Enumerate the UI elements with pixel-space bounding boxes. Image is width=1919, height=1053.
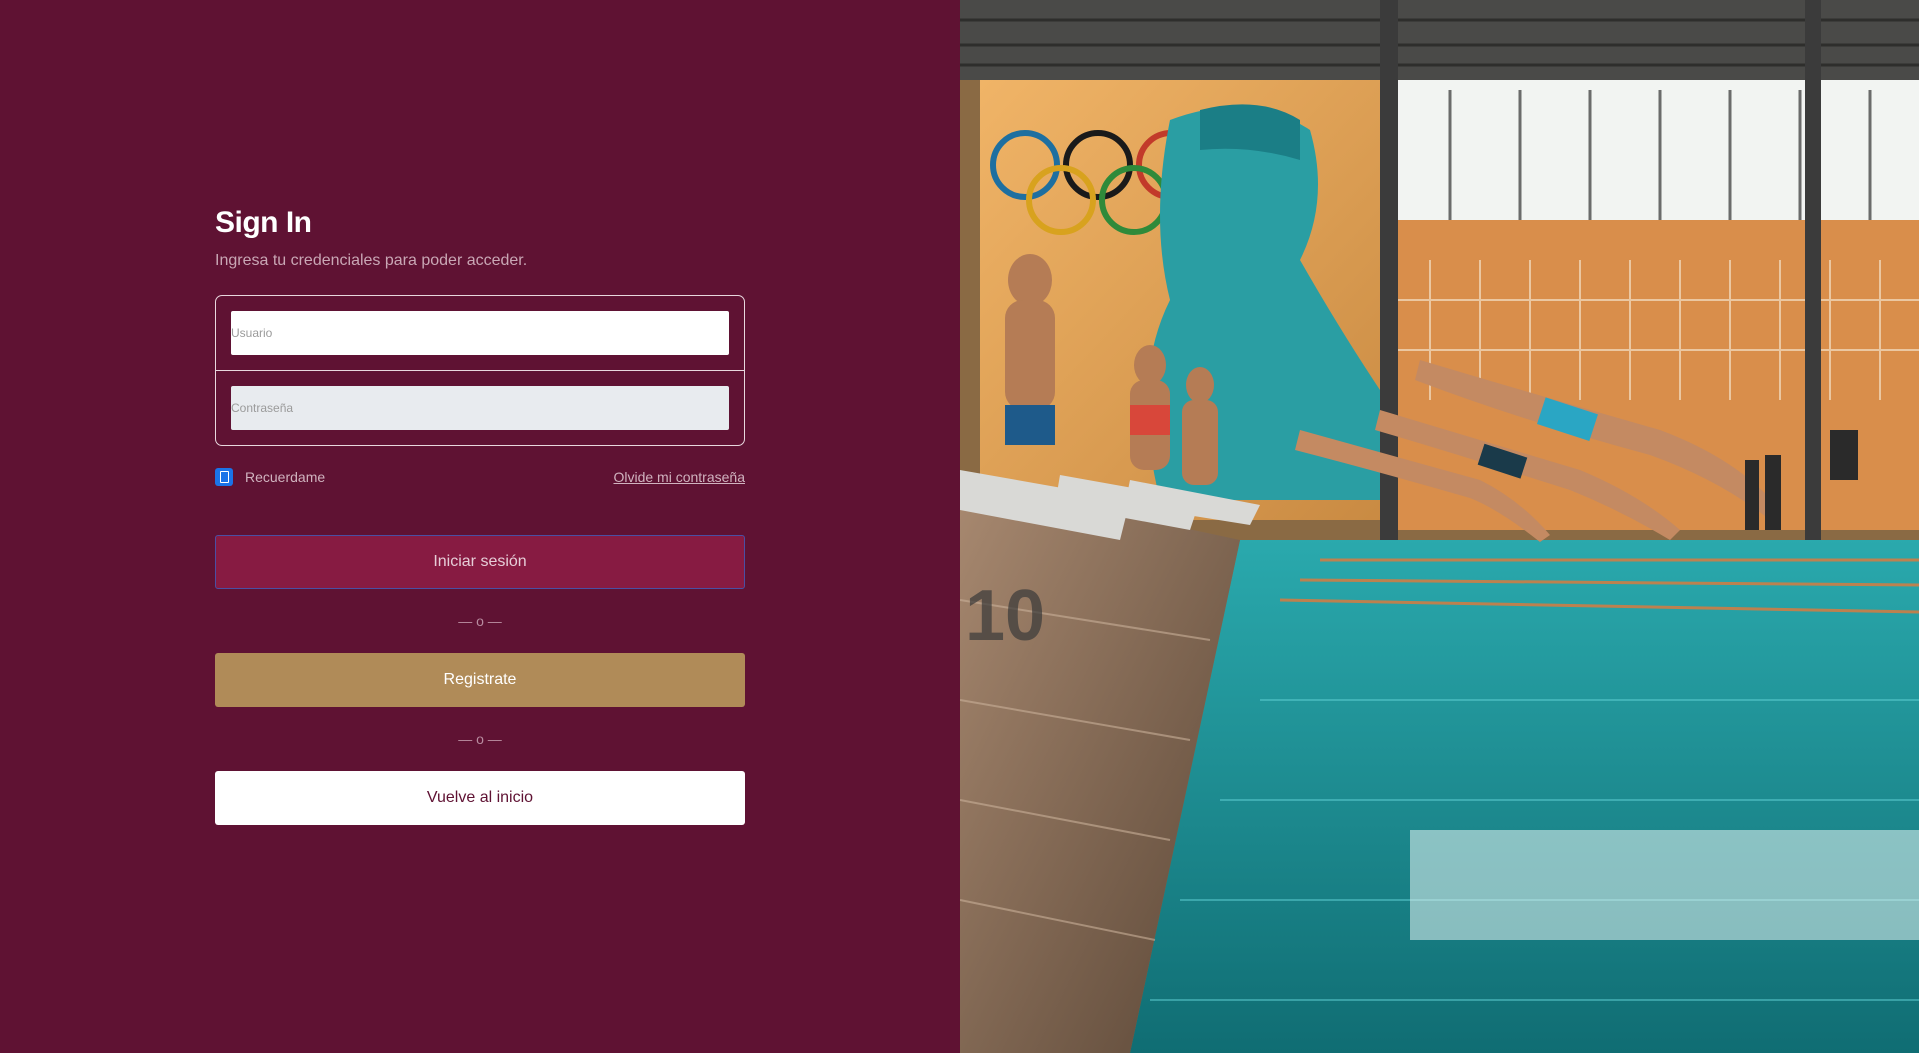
password-input[interactable] <box>231 386 729 430</box>
login-page: Sign In Ingresa tu credenciales para pod… <box>0 0 1919 1053</box>
checkbox-mark-icon <box>219 471 229 483</box>
username-input[interactable] <box>231 311 729 355</box>
register-button[interactable]: Registrate <box>215 653 745 707</box>
signin-options: Recuerdame Olvide mi contraseña <box>215 467 745 487</box>
username-row <box>216 296 744 370</box>
page-subtitle: Ingresa tu credenciales para poder acced… <box>215 252 528 269</box>
credentials-box <box>215 295 745 446</box>
remember-me[interactable]: Recuerdame <box>215 468 325 486</box>
login-button[interactable]: Iniciar sesión <box>215 535 745 589</box>
remember-checkbox[interactable] <box>215 468 233 486</box>
password-row <box>216 370 744 445</box>
remember-label: Recuerdame <box>245 469 326 485</box>
home-button[interactable]: Vuelve al inicio <box>215 771 745 825</box>
divider-or: — o — <box>458 731 502 747</box>
svg-text:10: 10 <box>965 576 1045 656</box>
signin-panel: Sign In Ingresa tu credenciales para pod… <box>0 0 960 1053</box>
divider-or: — o — <box>458 613 502 629</box>
hero-image: 10 <box>960 0 1919 1053</box>
page-title: Sign In <box>215 206 312 239</box>
signin-form: Sign In Ingresa tu credenciales para pod… <box>215 200 745 825</box>
forgot-password-link[interactable]: Olvide mi contraseña <box>613 469 745 485</box>
swimming-pool-photo-icon: 10 <box>960 0 1919 1053</box>
